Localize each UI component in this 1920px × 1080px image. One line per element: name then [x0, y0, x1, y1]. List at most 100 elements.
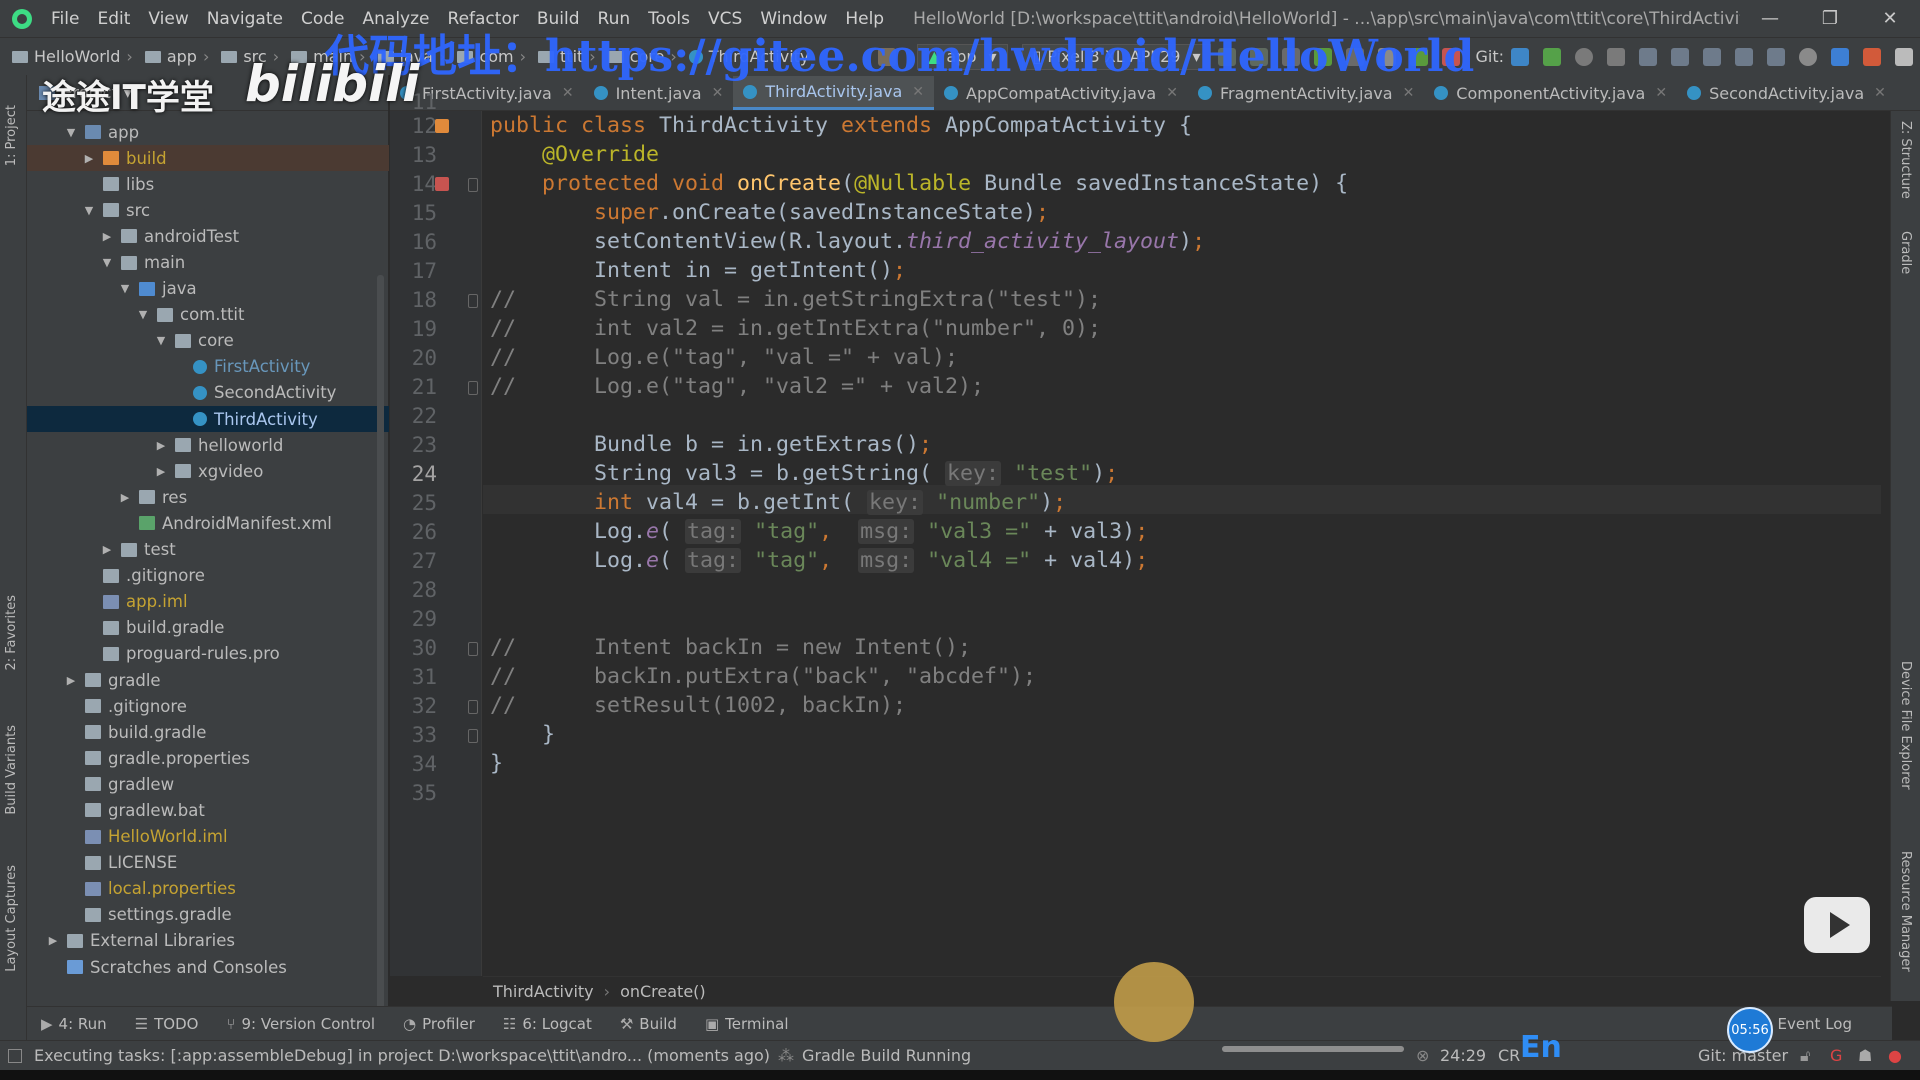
sync-icon[interactable] [1735, 47, 1753, 66]
menu-item-view[interactable]: View [139, 9, 197, 29]
override-gutter-icon[interactable] [435, 177, 449, 191]
project-tool-button[interactable]: 1: Project [4, 105, 19, 166]
tree-item[interactable]: build.gradle [27, 719, 389, 745]
close-icon[interactable]: ✕ [1655, 85, 1667, 101]
expanded-arrow-icon[interactable]: ▼ [153, 334, 169, 347]
resource-manager-tool-button[interactable]: Resource Manager [1898, 851, 1913, 972]
close-icon[interactable]: ✕ [1874, 85, 1886, 101]
menu-item-edit[interactable]: Edit [88, 9, 139, 29]
close-icon[interactable]: ✕ [1403, 85, 1415, 101]
hide-tool-windows-icon[interactable] [8, 1048, 22, 1063]
breadcrumb-method[interactable]: onCreate() [620, 982, 706, 1001]
tree-item[interactable]: gradlew [27, 771, 389, 797]
collapsed-arrow-icon[interactable]: ▶ [99, 230, 115, 243]
tool-logcat[interactable]: ☷ 6: Logcat [503, 1015, 592, 1033]
expanded-arrow-icon[interactable]: ▼ [135, 308, 151, 321]
tree-item[interactable]: ▶ androidTest [27, 223, 389, 249]
tree-item[interactable]: ▼ java [27, 276, 389, 302]
fold-marker-icon[interactable] [468, 729, 478, 743]
tree-item[interactable]: ▶ xgvideo [27, 458, 389, 484]
tree-item[interactable]: ▶ res [27, 484, 389, 510]
collapsed-arrow-icon[interactable]: ▶ [45, 934, 61, 947]
video-play-icon[interactable] [1804, 897, 1870, 953]
close-icon[interactable]: ✕ [912, 84, 924, 100]
tree-item[interactable]: ▶ gradle [27, 667, 389, 693]
favorites-tool-button[interactable]: 2: Favorites [4, 595, 19, 671]
translate-icon[interactable] [1831, 47, 1849, 66]
background-task[interactable]: Gradle Build Running [802, 1046, 971, 1065]
tool-run[interactable]: ▶ 4: Run [41, 1015, 107, 1033]
tree-item[interactable]: Scratches and Consoles [27, 954, 389, 980]
gradle-tool-button[interactable]: Gradle [1898, 231, 1913, 274]
collapsed-arrow-icon[interactable]: ▶ [117, 491, 133, 504]
tab-secondactivity[interactable]: SecondActivity.java ✕ [1677, 76, 1896, 110]
search-icon[interactable] [1799, 47, 1817, 66]
rollback-icon[interactable] [1607, 47, 1625, 66]
collapsed-arrow-icon[interactable]: ▶ [99, 543, 115, 556]
tool-versioncontrol[interactable]: ⑂ 9: Version Control [226, 1015, 375, 1033]
plugin-icon[interactable] [1863, 47, 1881, 66]
fold-marker-icon[interactable] [468, 700, 478, 714]
ime-indicator[interactable]: En [1520, 1030, 1562, 1065]
tree-item[interactable]: settings.gradle [27, 902, 389, 928]
tree-item[interactable]: ▼ com.ttit [27, 302, 389, 328]
tool-todo[interactable]: ☰ TODO [135, 1015, 199, 1033]
cancel-task-icon[interactable]: ⊗ [1416, 1046, 1429, 1065]
git-update-icon[interactable] [1511, 47, 1529, 66]
tool-terminal[interactable]: ▣ Terminal [705, 1015, 789, 1033]
fold-marker-icon[interactable] [468, 178, 478, 192]
expanded-arrow-icon[interactable]: ▼ [63, 126, 79, 139]
tree-item[interactable]: gradlew.bat [27, 797, 389, 823]
build-variants-tool-button[interactable]: Build Variants [4, 725, 19, 815]
fold-marker-icon[interactable] [468, 642, 478, 656]
git-commit-icon[interactable] [1543, 47, 1561, 66]
breadcrumb-class[interactable]: ThirdActivity [493, 982, 594, 1001]
tree-item[interactable]: ▼ core [27, 328, 389, 354]
error-icon[interactable]: ● [1888, 1046, 1902, 1065]
tree-item[interactable]: libs [27, 171, 389, 197]
collapsed-arrow-icon[interactable]: ▶ [153, 439, 169, 452]
expanded-arrow-icon[interactable]: ▼ [99, 256, 115, 269]
sdk-manager-icon[interactable] [1671, 47, 1689, 66]
inspector-icon[interactable]: ☗ [1858, 1046, 1872, 1065]
fold-marker-icon[interactable] [468, 381, 478, 395]
device-manager-icon[interactable] [1767, 47, 1785, 66]
collapsed-arrow-icon[interactable]: ▶ [81, 152, 97, 165]
tree-item[interactable]: gradle.properties [27, 745, 389, 771]
code-editor[interactable]: public class ThirdActivity extends AppCo… [483, 111, 1881, 976]
tool-profiler[interactable]: ◔ Profiler [403, 1015, 475, 1033]
close-icon[interactable]: ✕ [1166, 85, 1178, 101]
run-gutter-icon[interactable] [435, 119, 449, 133]
tree-item[interactable]: ▼ main [27, 249, 389, 275]
tree-item[interactable]: ▶ test [27, 537, 389, 563]
device-explorer-tool-button[interactable]: Device File Explorer [1898, 661, 1913, 790]
collapsed-arrow-icon[interactable]: ▶ [153, 465, 169, 478]
caret-position[interactable]: 24:29 [1440, 1046, 1486, 1065]
breadcrumb-item[interactable]: app › [139, 47, 216, 66]
tree-item[interactable]: build.gradle [27, 615, 389, 641]
tree-item[interactable]: FirstActivity [27, 354, 389, 380]
tree-item[interactable]: LICENSE [27, 850, 389, 876]
close-window-button[interactable]: ✕ [1860, 8, 1920, 29]
minimize-button[interactable]: — [1740, 8, 1800, 29]
tree-item[interactable]: ThirdActivity [27, 406, 389, 433]
close-icon[interactable]: ✕ [712, 85, 724, 101]
fold-marker-icon[interactable] [468, 294, 478, 308]
layout-captures-tool-button[interactable]: Layout Captures [4, 865, 19, 972]
lock-icon[interactable]: 🔓︎ [1800, 1046, 1810, 1066]
close-icon[interactable]: ✕ [562, 85, 574, 101]
expanded-arrow-icon[interactable]: ▼ [81, 204, 97, 217]
tree-item[interactable]: ▼ src [27, 197, 389, 223]
menu-item-file[interactable]: File [42, 9, 88, 29]
tree-item[interactable]: .gitignore [27, 693, 389, 719]
project-structure-icon[interactable] [1639, 47, 1657, 66]
tool-build[interactable]: ⚒ Build [620, 1015, 677, 1033]
restore-button[interactable]: ❐ [1800, 8, 1860, 29]
tree-item[interactable]: app.iml [27, 589, 389, 615]
tree-item[interactable]: proguard-rules.pro [27, 641, 389, 667]
tree-item[interactable]: SecondActivity [27, 380, 389, 406]
tree-item[interactable]: ▼ app [27, 119, 389, 145]
tree-item[interactable]: .gitignore [27, 563, 389, 589]
tree-item[interactable]: ▶ build [27, 145, 389, 172]
tree-item[interactable]: HelloWorld.iml [27, 824, 389, 850]
